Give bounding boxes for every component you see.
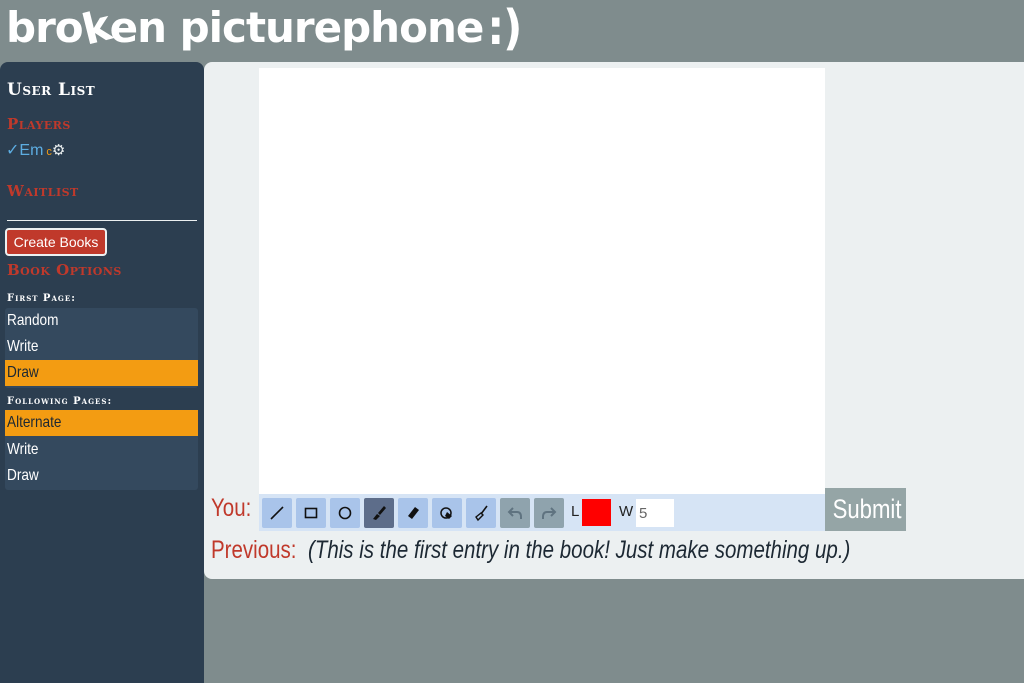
erase-shape-tool-icon[interactable] <box>432 498 462 528</box>
first-page-option-write[interactable]: Write <box>5 334 198 360</box>
following-pages-options: Alternate Write Draw <box>5 410 198 490</box>
following-pages-option-alternate[interactable]: Alternate <box>5 410 198 436</box>
line-tool-icon[interactable] <box>262 498 292 528</box>
first-page-option-random[interactable]: Random <box>5 308 198 334</box>
rectangle-tool-icon[interactable] <box>296 498 326 528</box>
previous-entry-text: (This is the first entry in the book! Ju… <box>308 536 851 564</box>
fill-tool-icon[interactable] <box>364 498 394 528</box>
first-page-option-draw[interactable]: Draw <box>5 360 198 386</box>
previous-label: Previous: <box>211 536 297 564</box>
logo-smile: :) <box>487 0 522 56</box>
circle-tool-icon[interactable] <box>330 498 360 528</box>
width-input[interactable] <box>636 499 674 527</box>
player-name: Em <box>19 142 44 159</box>
you-label: You: <box>211 494 252 522</box>
following-pages-option-draw[interactable]: Draw <box>5 463 198 489</box>
create-books-button[interactable]: Create Books <box>5 228 107 256</box>
player-item: ✓Em c⚙ <box>6 140 65 160</box>
clear-tool-icon[interactable] <box>466 498 496 528</box>
width-label: W <box>619 503 634 520</box>
user-list-heading: User List <box>7 80 96 100</box>
logo-text-start: bro <box>6 3 84 52</box>
sidebar-divider <box>7 220 197 221</box>
waitlist-heading: Waitlist <box>7 182 79 200</box>
app-logo: broken picturephone:) <box>6 0 522 56</box>
undo-icon[interactable] <box>500 498 530 528</box>
first-page-options: Random Write Draw <box>5 308 198 388</box>
game-panel: You: L W Submit <box>204 62 1024 579</box>
ready-check-icon: ✓ <box>6 142 20 159</box>
gear-icon[interactable]: ⚙ <box>52 142 65 159</box>
sidebar: User List Players ✓Em c⚙ Waitlist Create … <box>0 62 204 683</box>
submit-button[interactable]: Submit <box>825 488 906 531</box>
first-page-heading: First Page: <box>7 293 76 304</box>
line-color-swatch[interactable] <box>582 499 611 526</box>
drawing-canvas[interactable] <box>259 68 825 494</box>
following-pages-option-write[interactable]: Write <box>5 437 198 463</box>
line-color-label: L <box>571 503 580 520</box>
book-options-heading: Book Options <box>7 261 122 279</box>
drawing-toolbar: L W <box>259 494 825 531</box>
following-pages-heading: Following Pages: <box>7 396 113 407</box>
eraser-tool-icon[interactable] <box>398 498 428 528</box>
logo-text-end: en picturephone <box>109 3 485 52</box>
header: broken picturephone:) <box>0 0 1024 62</box>
redo-icon[interactable] <box>534 498 564 528</box>
players-heading: Players <box>7 115 71 133</box>
